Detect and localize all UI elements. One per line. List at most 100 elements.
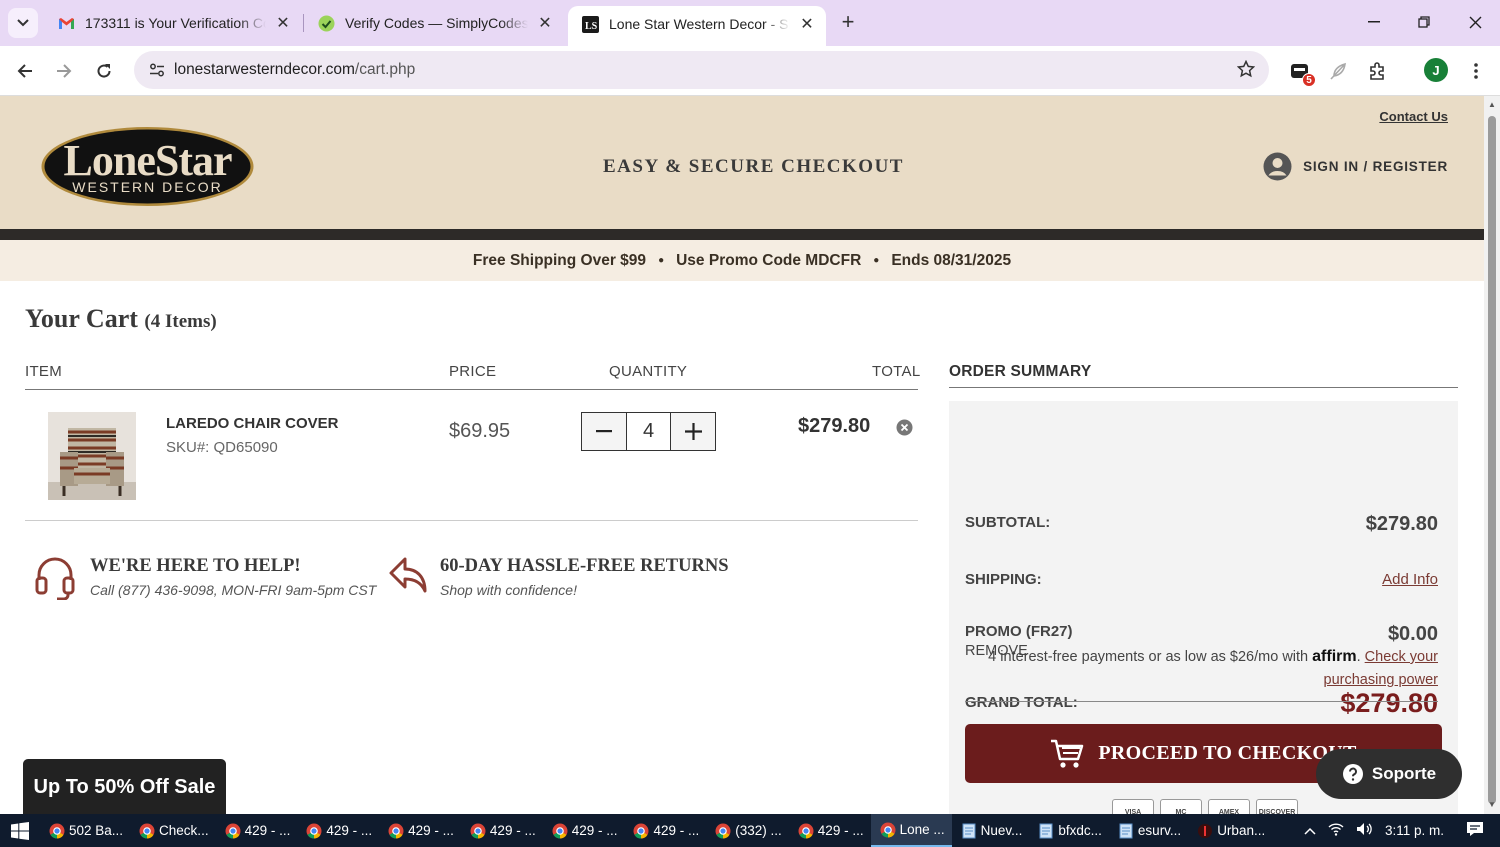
- reload-button[interactable]: [88, 55, 120, 87]
- taskbar-item[interactable]: Nuev...: [952, 814, 1030, 847]
- extension-badge: 5: [1302, 73, 1316, 87]
- product-name-link[interactable]: LAREDO CHAIR COVER: [166, 415, 339, 432]
- table-header-rule: [25, 389, 918, 390]
- extension-button[interactable]: 5: [1286, 57, 1316, 87]
- discover-card-icon: DISCOVER: [1256, 799, 1298, 814]
- volume-icon[interactable]: [1356, 822, 1373, 839]
- forward-button[interactable]: [48, 55, 80, 87]
- chevron-up-icon[interactable]: [1304, 823, 1316, 838]
- taskbar-item-label: 429 - ...: [817, 823, 864, 838]
- promo-ends-text: Ends 08/31/2025: [891, 251, 1012, 269]
- browser-tab-lonestar[interactable]: LS Lone Star Western Decor - Shopping Ca…: [568, 6, 826, 46]
- scroll-down-arrow-icon[interactable]: ▼: [1487, 800, 1497, 810]
- taskbar-item[interactable]: 429 - ...: [297, 814, 379, 847]
- minimize-icon: [1368, 21, 1380, 23]
- taskbar-item[interactable]: 502 Ba...: [40, 814, 130, 847]
- tab-search-button[interactable]: [8, 8, 38, 38]
- cart-row-rule: [25, 520, 918, 521]
- browser-toolbar: lonestarwesterndecor.com/cart.php 5 J: [0, 46, 1500, 96]
- browser-menu-button[interactable]: [1464, 57, 1488, 85]
- increase-quantity-button[interactable]: [671, 413, 715, 450]
- address-bar[interactable]: lonestarwesterndecor.com/cart.php: [134, 51, 1269, 89]
- chrome-icon: [225, 823, 241, 839]
- extension-button[interactable]: [1324, 57, 1352, 85]
- profile-avatar[interactable]: J: [1424, 58, 1448, 82]
- close-tab-icon[interactable]: ✕: [798, 15, 816, 33]
- new-tab-button[interactable]: +: [836, 9, 860, 34]
- product-line-total: $279.80: [798, 415, 871, 437]
- taskbar-item-label: esurv...: [1137, 823, 1182, 838]
- scrollbar-thumb[interactable]: [1488, 116, 1496, 804]
- restore-button[interactable]: [1399, 0, 1449, 44]
- chrome-icon: [798, 823, 814, 839]
- network-icon[interactable]: [1328, 822, 1344, 839]
- amex-card-icon: AMEX: [1208, 799, 1250, 814]
- help-block: WE'RE HERE TO HELP! Call (877) 436-9098,…: [34, 556, 376, 600]
- taskbar-item-label: 429 - ...: [489, 823, 536, 838]
- chrome-icon: [633, 823, 649, 839]
- summary-heading-rule: [949, 387, 1458, 388]
- sale-promo-tab[interactable]: Up To 50% Off Sale: [23, 759, 226, 814]
- returns-subtitle: Shop with confidence!: [440, 582, 577, 598]
- taskbar-item[interactable]: (332) ...: [706, 814, 789, 847]
- browser-tab-gmail[interactable]: 173311 is Your Verification Code ✕: [44, 6, 302, 40]
- support-chat-button[interactable]: Soporte: [1316, 749, 1462, 799]
- promo-code-text: Use Promo Code MDCFR: [676, 251, 862, 269]
- taskbar-clock[interactable]: 3:11 p. m.: [1385, 823, 1444, 838]
- taskbar-item[interactable]: 429 - ...: [461, 814, 543, 847]
- help-title: WE'RE HERE TO HELP!: [90, 556, 301, 576]
- taskbar-item[interactable]: 429 - ...: [789, 814, 871, 847]
- taskbar-item[interactable]: Lone ...: [870, 814, 952, 847]
- taskbar-item[interactable]: Urban...: [1188, 814, 1272, 847]
- taskbar-item-label: 429 - ...: [571, 823, 618, 838]
- puzzle-icon: [1370, 62, 1384, 80]
- taskbar-item[interactable]: 429 - ...: [379, 814, 461, 847]
- tab-title: 173311 is Your Verification Code: [85, 15, 266, 31]
- bookmark-star-icon[interactable]: [1236, 59, 1256, 83]
- remove-circle-icon: [896, 419, 913, 436]
- logo-wordmark: LoneStar: [64, 136, 232, 185]
- returns-text: 60-DAY HASSLE-FREE RETURNS Shop with con…: [440, 556, 729, 598]
- taskbar-item-label: 502 Ba...: [69, 823, 124, 838]
- column-header-quantity: QUANTITY: [609, 363, 688, 380]
- contact-us-link[interactable]: Contact Us: [1379, 109, 1448, 124]
- chevron-down-icon: [17, 19, 29, 27]
- notifications-icon[interactable]: [1466, 821, 1484, 840]
- chrome-icon: [552, 823, 568, 839]
- notepad-icon: [961, 823, 977, 839]
- taskbar-item[interactable]: 429 - ...: [543, 814, 625, 847]
- product-thumbnail[interactable]: [48, 412, 136, 500]
- sign-in-label: SIGN IN / REGISTER: [1303, 159, 1448, 174]
- taskbar-item[interactable]: Check...: [130, 814, 216, 847]
- taskbar-item[interactable]: bfxdc...: [1029, 814, 1109, 847]
- minimize-button[interactable]: [1349, 0, 1399, 44]
- bullet-separator: ●: [658, 255, 665, 266]
- scroll-up-arrow-icon[interactable]: ▲: [1487, 100, 1497, 110]
- url-path: /cart.php: [354, 61, 416, 78]
- bullet-separator: ●: [873, 255, 880, 266]
- windows-logo-icon: [11, 821, 29, 840]
- close-tab-icon[interactable]: ✕: [274, 14, 292, 32]
- taskbar-item[interactable]: 429 - ...: [216, 814, 298, 847]
- taskbar-item[interactable]: 429 - ...: [624, 814, 706, 847]
- checkout-title: EASY & SECURE CHECKOUT: [603, 156, 904, 177]
- decrease-quantity-button[interactable]: [582, 413, 626, 450]
- taskbar-item-label: 429 - ...: [408, 823, 454, 838]
- taskbar-item-label: Urban...: [1217, 823, 1266, 838]
- site-logo[interactable]: LoneStar WESTERN DECOR: [40, 126, 255, 207]
- quantity-input[interactable]: 4: [626, 413, 671, 450]
- back-button[interactable]: [9, 55, 41, 87]
- close-tab-icon[interactable]: ✕: [536, 14, 554, 32]
- site-info-icon[interactable]: [140, 62, 174, 78]
- close-window-button[interactable]: [1450, 0, 1500, 44]
- page-viewport: LoneStar WESTERN DECOR EASY & SECURE CHE…: [0, 96, 1484, 814]
- feather-icon: [1330, 62, 1346, 80]
- remove-item-button[interactable]: [896, 419, 913, 441]
- start-button[interactable]: [0, 814, 40, 847]
- page-scrollbar[interactable]: ▲ ▼: [1484, 96, 1500, 814]
- browser-tab-simplycodes[interactable]: Verify Codes — SimplyCodes ✕: [304, 6, 564, 40]
- extensions-menu-button[interactable]: [1364, 57, 1392, 85]
- svg-text:LS: LS: [585, 21, 598, 32]
- taskbar-item[interactable]: esurv...: [1109, 814, 1188, 847]
- sign-in-register-link[interactable]: SIGN IN / REGISTER: [1263, 152, 1448, 181]
